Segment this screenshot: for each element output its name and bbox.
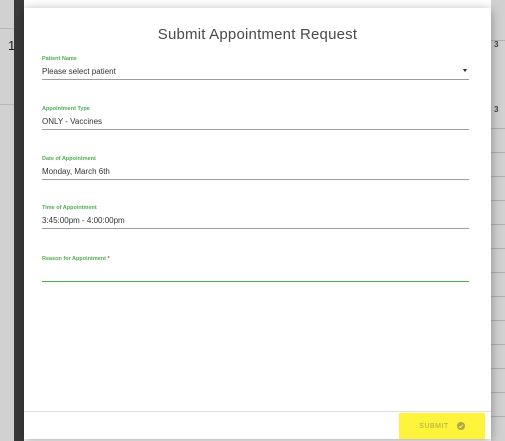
patient-select-value: Please select patient — [42, 67, 116, 76]
patient-name-field[interactable]: Patient Name Please select patient — [42, 55, 469, 80]
date-of-appointment-label: Date of Appointment — [42, 156, 96, 162]
check-circle-icon — [456, 422, 465, 430]
reason-for-appointment-field[interactable]: Reason for Appointment * — [42, 255, 469, 282]
submit-button[interactable]: SUBMIT — [406, 417, 478, 435]
time-of-appointment-field[interactable]: Time of Appointment 3:45:00pm - 4:00:00p… — [42, 204, 469, 229]
dialog-footer-divider — [24, 411, 491, 412]
dialog-title: Submit Appointment Request — [157, 26, 358, 43]
appointment-type-input[interactable]: ONLY - Vaccines — [42, 115, 469, 129]
time-of-appointment-input[interactable]: 3:45:00pm - 4:00:00pm — [42, 214, 469, 228]
patient-field-underline — [42, 79, 469, 80]
time-of-appointment-label: Time of Appointment — [42, 205, 97, 211]
reason-label-text: Reason for Appointment — [42, 256, 106, 262]
reason-for-appointment-label: Reason for Appointment * — [42, 255, 469, 263]
reason-for-appointment-input[interactable] — [42, 265, 469, 281]
dropdown-arrow-icon[interactable] — [463, 69, 467, 72]
date-underline — [42, 179, 469, 180]
date-of-appointment-field[interactable]: Date of Appointment Monday, March 6th — [42, 155, 469, 180]
patient-name-label: Patient Name — [42, 56, 77, 62]
date-of-appointment-input[interactable]: Monday, March 6th — [42, 165, 469, 179]
reason-underline-focused — [42, 281, 469, 282]
required-marker: * — [107, 256, 110, 262]
appointment-request-dialog: Submit Appointment Request Patient Name … — [24, 8, 491, 439]
patient-select[interactable]: Please select patient — [42, 65, 469, 79]
appointment-type-underline — [42, 129, 469, 130]
appointment-type-field[interactable]: Appointment Type ONLY - Vaccines — [42, 105, 469, 130]
overlay-scrim-right — [491, 0, 505, 441]
appointment-type-label: Appointment Type — [42, 106, 90, 112]
submit-button-label: SUBMIT — [419, 422, 449, 430]
overlay-scrim-bar — [14, 0, 24, 441]
time-underline — [42, 228, 469, 229]
